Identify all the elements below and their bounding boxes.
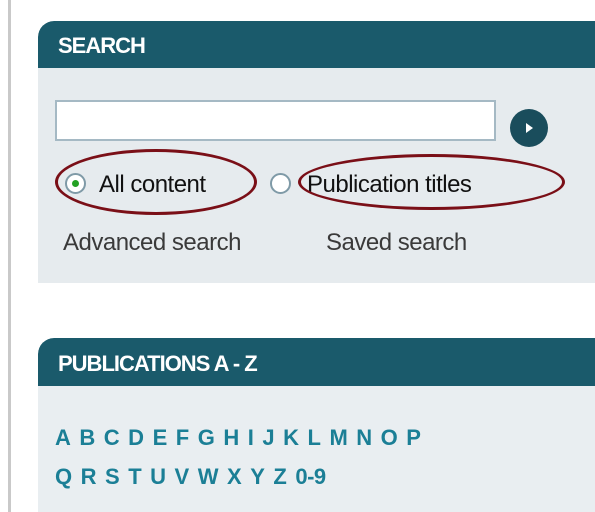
- az-letter-link[interactable]: S: [105, 464, 120, 490]
- saved-search-link[interactable]: Saved search: [326, 229, 467, 257]
- radio-publication-titles[interactable]: [270, 173, 291, 194]
- arrow-right-icon: [526, 123, 533, 133]
- az-letter-link[interactable]: Y: [250, 464, 265, 490]
- az-letter-link[interactable]: A: [55, 425, 71, 451]
- az-letter-link[interactable]: T: [128, 464, 141, 490]
- az-letter-link[interactable]: R: [81, 464, 97, 490]
- search-panel-title: SEARCH: [58, 33, 146, 58]
- az-letter-link[interactable]: B: [79, 425, 95, 451]
- publications-panel-title: PUBLICATIONS A - Z: [58, 351, 258, 376]
- az-letter-link[interactable]: K: [283, 425, 299, 451]
- az-letter-link[interactable]: U: [150, 464, 166, 490]
- publications-panel-header: PUBLICATIONS A - Z: [38, 338, 595, 386]
- az-letter-link[interactable]: I: [248, 425, 254, 451]
- radio-label-publication-titles[interactable]: Publication titles: [307, 171, 472, 199]
- az-letter-link[interactable]: 0-9: [295, 464, 326, 490]
- az-letter-link[interactable]: H: [223, 425, 239, 451]
- az-letter-link[interactable]: Q: [55, 464, 72, 490]
- radio-all-content[interactable]: [65, 173, 86, 194]
- search-panel-header: SEARCH: [38, 21, 595, 68]
- az-letter-link[interactable]: X: [227, 464, 242, 490]
- search-input[interactable]: [55, 100, 496, 141]
- az-index-row-2: Q R S T U V W X Y Z 0-9: [55, 464, 335, 490]
- search-panel: SEARCH All content Publication titles Ad…: [38, 21, 595, 283]
- az-letter-link[interactable]: G: [198, 425, 215, 451]
- az-letter-link[interactable]: C: [104, 425, 120, 451]
- az-letter-link[interactable]: E: [153, 425, 168, 451]
- radio-selected-dot: [72, 180, 79, 187]
- az-letter-link[interactable]: N: [356, 425, 372, 451]
- az-letter-link[interactable]: O: [381, 425, 398, 451]
- az-letter-link[interactable]: L: [307, 425, 320, 451]
- az-letter-link[interactable]: V: [175, 464, 190, 490]
- az-letter-link[interactable]: D: [128, 425, 144, 451]
- publications-panel: PUBLICATIONS A - Z ABCDEFGHIJKLMNOP QRST…: [38, 338, 595, 512]
- az-letter-link[interactable]: W: [198, 464, 219, 490]
- az-letter-link[interactable]: F: [176, 425, 189, 451]
- left-divider: [8, 0, 11, 512]
- az-letter-link[interactable]: J: [262, 425, 274, 451]
- radio-label-all-content[interactable]: All content: [99, 171, 206, 199]
- az-letter-link[interactable]: P: [406, 425, 421, 451]
- az-letter-link[interactable]: M: [329, 425, 347, 451]
- advanced-search-link[interactable]: Advanced search: [63, 229, 241, 257]
- az-letter-link[interactable]: Z: [273, 464, 286, 490]
- search-go-button[interactable]: [510, 109, 548, 147]
- az-index-row-1: ABCDEFGHIJKLMNOP: [55, 425, 429, 451]
